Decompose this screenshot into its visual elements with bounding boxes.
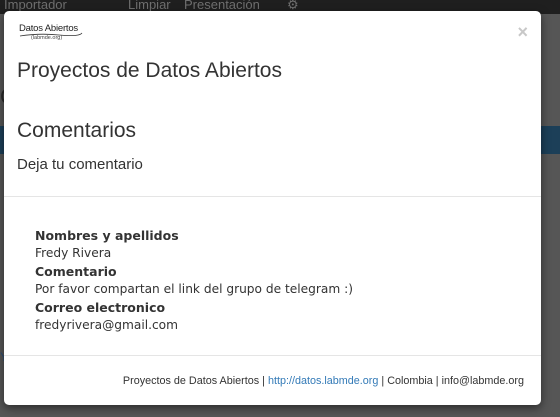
footer-separator: | xyxy=(259,375,268,387)
modal-body: Nombres y apellidos Fredy Rivera Comenta… xyxy=(4,198,541,356)
footer-email: info@labmde.org xyxy=(441,375,524,387)
field-label-email: Correo electronico xyxy=(35,300,166,315)
footer-separator: | xyxy=(432,375,442,387)
footer-text: Proyectos de Datos Abiertos | http://dat… xyxy=(123,375,524,387)
field-label-name: Nombres y apellidos xyxy=(35,228,179,243)
modal-footer: Proyectos de Datos Abiertos | http://dat… xyxy=(4,357,541,405)
modal-title: Proyectos de Datos Abiertos xyxy=(17,59,282,82)
section-subtitle: Deja tu comentario xyxy=(17,156,143,173)
logo-domain: (labmde.org) xyxy=(31,35,63,41)
footer-country: Colombia xyxy=(387,375,433,387)
close-button[interactable]: × xyxy=(517,23,528,41)
section-title: Comentarios xyxy=(17,119,137,142)
footer-separator: | xyxy=(378,375,388,387)
field-value-email: fredyrivera@gmail.com xyxy=(35,318,179,332)
footer-website-link[interactable]: http://datos.labmde.org xyxy=(268,375,378,387)
field-value-comment: Por favor compartan el link del grupo de… xyxy=(35,282,353,296)
field-label-comment: Comentario xyxy=(35,264,117,279)
field-value-name: Fredy Rivera xyxy=(35,246,112,260)
modal-header: Datos Abiertos (labmde.org) × Proyectos … xyxy=(4,11,541,197)
logo: Datos Abiertos (labmde.org) xyxy=(19,23,83,43)
footer-org: Proyectos de Datos Abiertos xyxy=(122,375,260,387)
modal-dialog: Datos Abiertos (labmde.org) × Proyectos … xyxy=(4,11,541,405)
